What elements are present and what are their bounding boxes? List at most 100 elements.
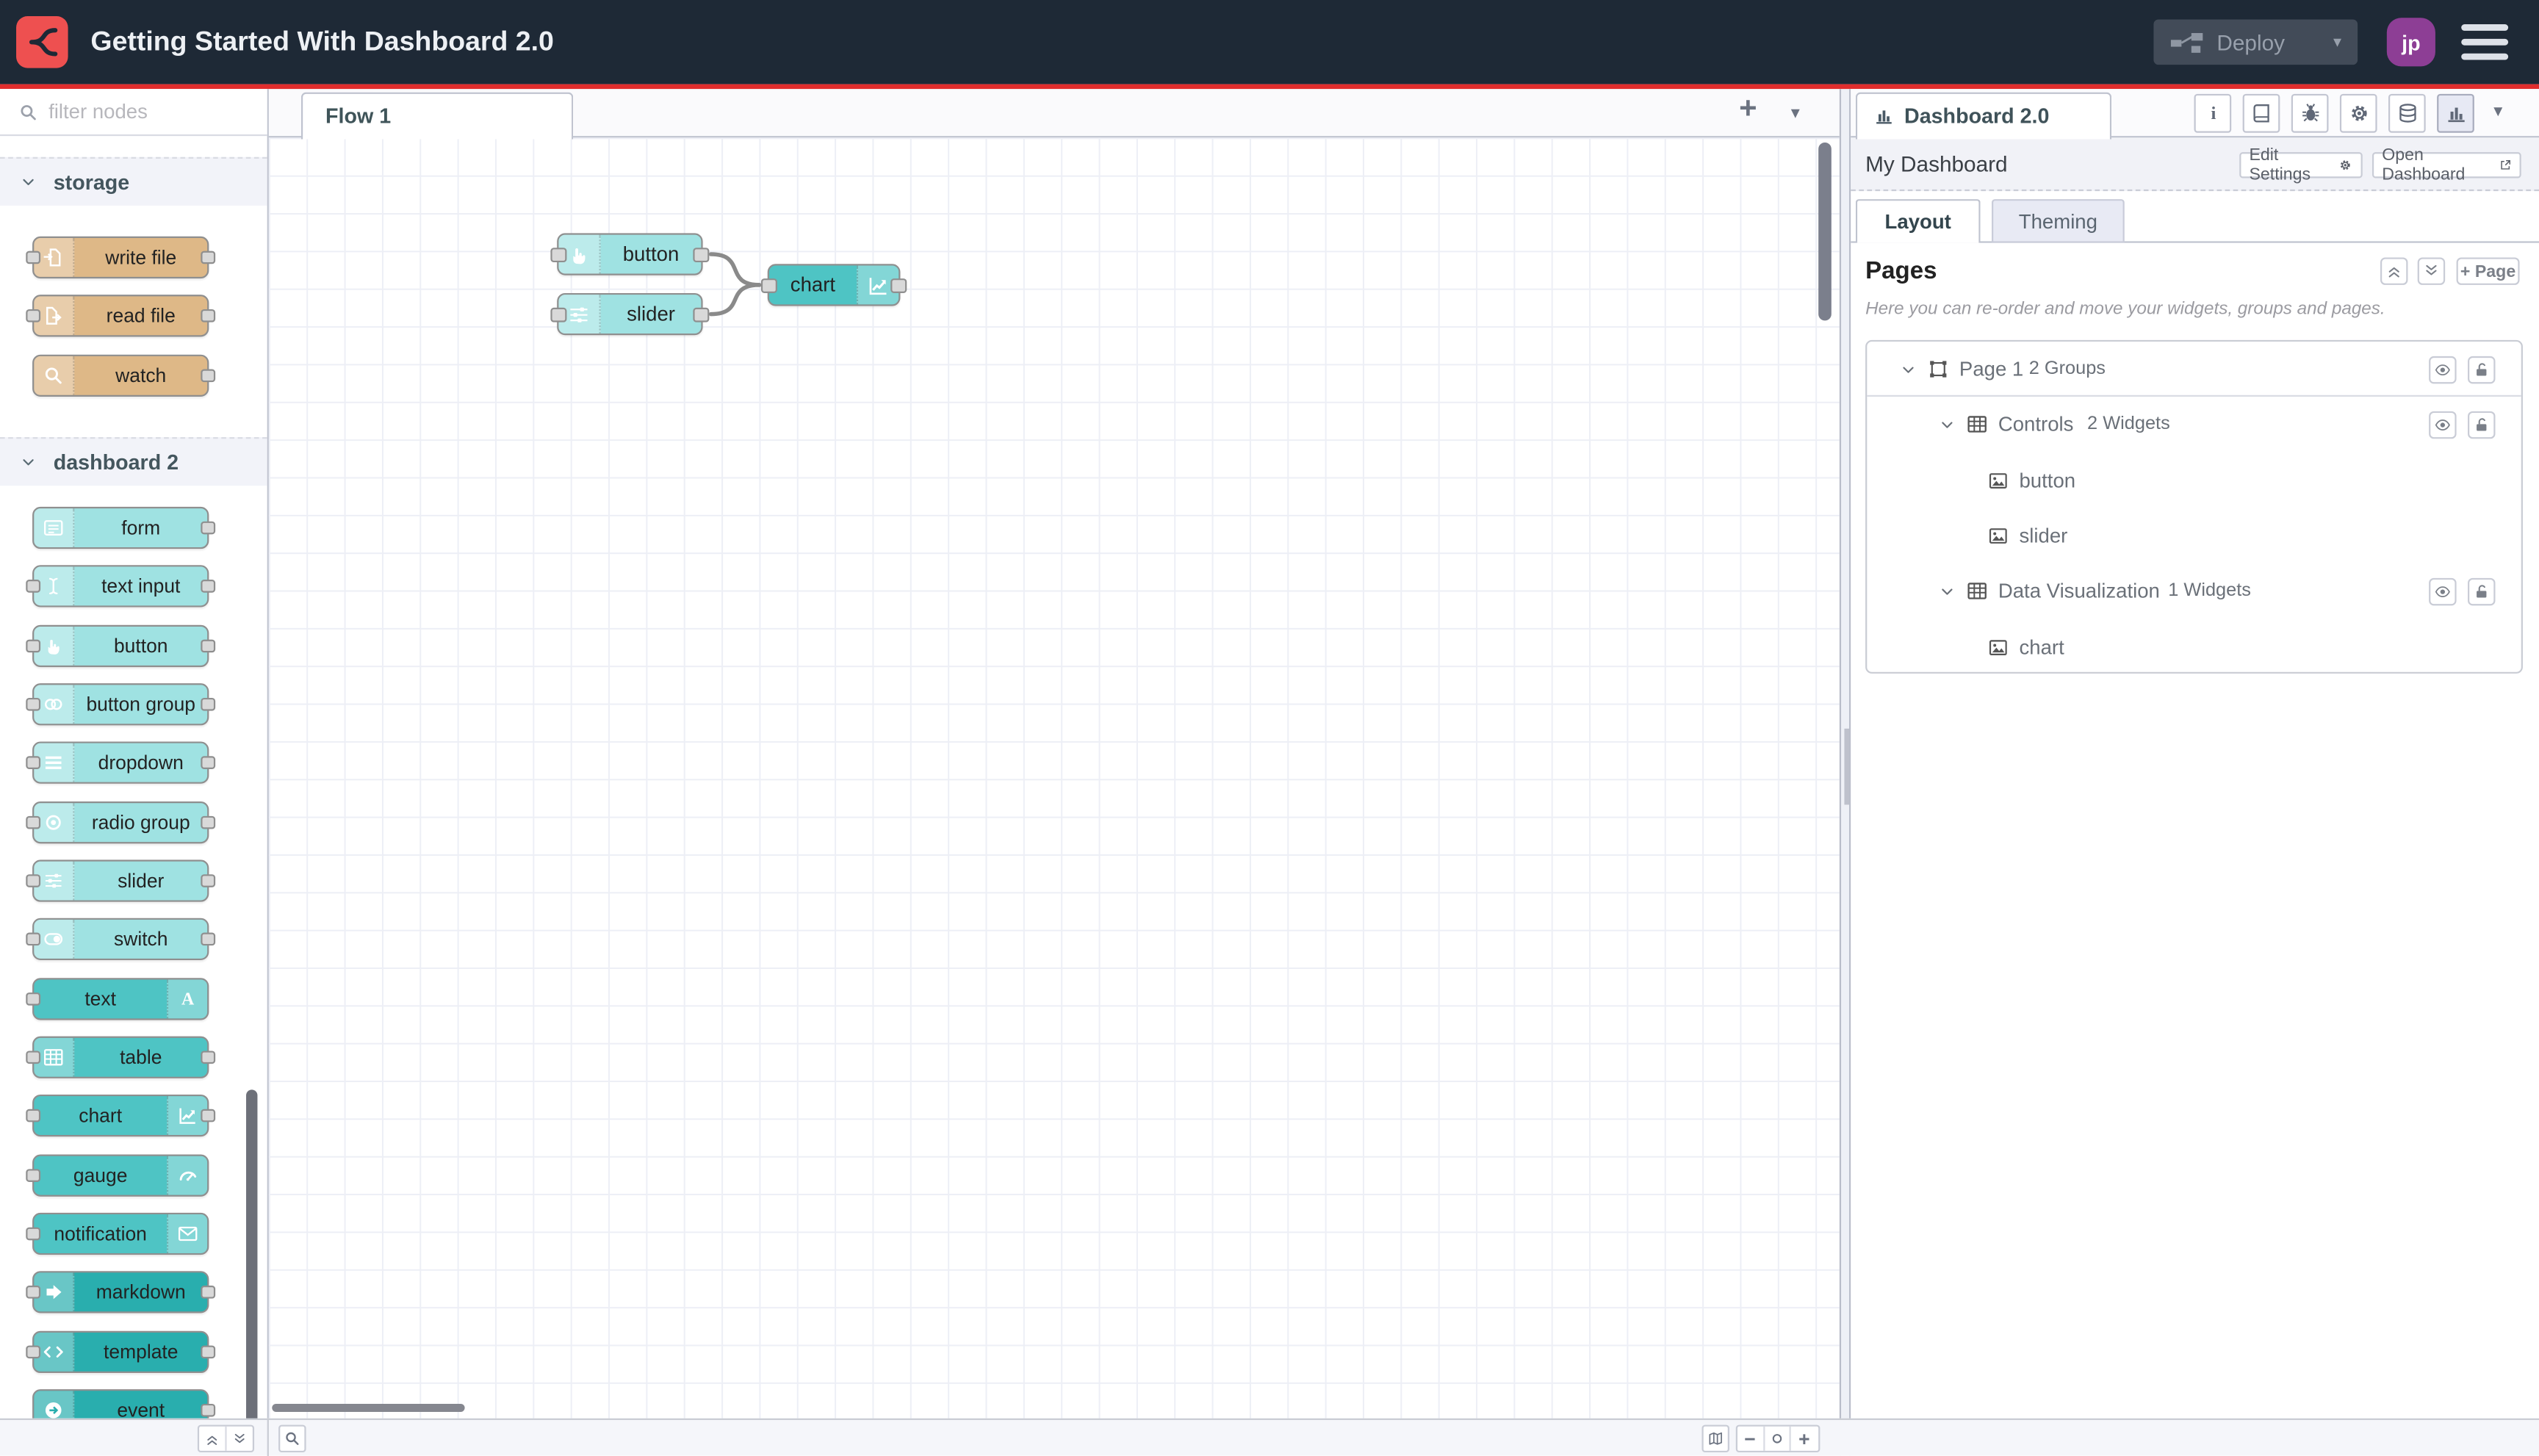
palette-filter[interactable]: filter nodes: [0, 89, 267, 137]
palette-node-notification[interactable]: notification: [26, 1212, 209, 1255]
deploy-button[interactable]: Deploy ▾: [2153, 19, 2358, 65]
tree-row-group-data-visualization[interactable]: Data Visualization 1 Widgets: [1867, 563, 2521, 619]
zoom-out-button[interactable]: −: [1737, 1426, 1765, 1451]
input-port[interactable]: [26, 1227, 41, 1241]
output-port[interactable]: [201, 251, 216, 264]
input-port[interactable]: [26, 309, 41, 323]
tree-row-widget-slider[interactable]: slider: [1867, 508, 2521, 564]
input-port[interactable]: [26, 1168, 41, 1182]
collapse-chevron-icon[interactable]: [1938, 397, 1956, 453]
canvas-node-button[interactable]: button: [550, 233, 710, 275]
edit-settings-button[interactable]: Edit Settings: [2239, 145, 2363, 184]
flow-tab[interactable]: Flow 1: [300, 91, 574, 139]
deploy-caret-icon[interactable]: ▾: [2333, 33, 2341, 51]
tab-theming[interactable]: Theming: [1992, 199, 2125, 243]
palette-node-slider[interactable]: slider: [26, 859, 216, 902]
palette-node-watch[interactable]: watch: [32, 353, 216, 397]
input-port[interactable]: [26, 251, 41, 264]
output-port[interactable]: [201, 309, 216, 323]
canvas-body[interactable]: button slider chart: [268, 137, 1840, 1419]
palette-node-write-file[interactable]: write file: [26, 236, 216, 279]
palette-node-event[interactable]: event: [32, 1388, 216, 1419]
flow-list-caret-icon[interactable]: ▾: [1791, 102, 1800, 123]
main-menu-button[interactable]: [2461, 24, 2509, 60]
output-port[interactable]: [201, 1403, 216, 1417]
add-page-button[interactable]: + Page: [2456, 257, 2520, 285]
palette-node-dropdown[interactable]: dropdown: [26, 742, 216, 785]
output-port[interactable]: [201, 815, 216, 829]
palette-scrollbar[interactable]: [246, 1089, 258, 1449]
output-port[interactable]: [201, 874, 216, 887]
output-port[interactable]: [201, 1109, 216, 1123]
input-port[interactable]: [26, 874, 41, 887]
canvas-horizontal-scrollbar[interactable]: [272, 1403, 465, 1412]
tab-dashboard-2[interactable]: Dashboard 2.0: [1855, 91, 2112, 139]
output-port[interactable]: [201, 756, 216, 770]
collapse-chevron-icon[interactable]: [1938, 563, 1956, 619]
group-visibility-button[interactable]: [2429, 411, 2457, 439]
input-port[interactable]: [26, 933, 41, 946]
input-port[interactable]: [26, 992, 41, 1005]
palette-node-button[interactable]: button: [26, 624, 216, 667]
input-port[interactable]: [26, 1344, 41, 1358]
output-port[interactable]: [201, 521, 216, 535]
output-port[interactable]: [201, 697, 216, 711]
tab-layout[interactable]: Layout: [1855, 199, 1981, 243]
dashboard-tab-button[interactable]: [2437, 93, 2474, 133]
input-port[interactable]: [26, 697, 41, 711]
wire[interactable]: [708, 283, 762, 317]
output-port[interactable]: [201, 368, 216, 382]
tree-row-page-1[interactable]: Page 1 2 Groups: [1867, 342, 2521, 397]
output-port[interactable]: [693, 247, 710, 262]
zoom-in-button[interactable]: +: [1791, 1427, 1818, 1451]
info-tab-button[interactable]: [2194, 93, 2232, 133]
palette-node-template[interactable]: template: [26, 1330, 216, 1373]
group-lock-button[interactable]: [2468, 577, 2496, 605]
collapse-all-button[interactable]: [199, 1426, 226, 1451]
output-port[interactable]: [201, 580, 216, 594]
open-dashboard-button[interactable]: Open Dashboard: [2371, 145, 2521, 184]
group-lock-button[interactable]: [2468, 411, 2496, 439]
canvas-search-button[interactable]: [278, 1424, 306, 1453]
group-visibility-button[interactable]: [2429, 577, 2457, 605]
help-tab-button[interactable]: [2242, 93, 2280, 133]
expand-all-button[interactable]: [226, 1427, 252, 1451]
collapse-chevron-icon[interactable]: [1899, 342, 1917, 397]
palette-node-table[interactable]: table: [26, 1036, 216, 1078]
config-tab-button[interactable]: [2339, 93, 2377, 133]
tree-row-group-controls[interactable]: Controls 2 Widgets: [1867, 397, 2521, 453]
input-port[interactable]: [26, 638, 41, 652]
output-port[interactable]: [201, 933, 216, 946]
palette-category-storage[interactable]: storage: [0, 156, 267, 206]
input-port[interactable]: [550, 306, 567, 322]
tree-row-widget-chart[interactable]: chart: [1867, 619, 2521, 675]
output-port[interactable]: [201, 1050, 216, 1064]
sidebar-resize-divider[interactable]: [1839, 89, 1851, 1456]
navigator-toggle-button[interactable]: [1701, 1424, 1729, 1453]
palette-node-gauge[interactable]: gauge: [26, 1153, 209, 1196]
palette-node-chart[interactable]: chart: [26, 1095, 216, 1137]
canvas-node-chart[interactable]: chart: [760, 264, 907, 306]
wire[interactable]: [708, 252, 762, 287]
page-lock-button[interactable]: [2468, 355, 2496, 383]
sidebar-tabs-caret-icon[interactable]: ▾: [2493, 101, 2502, 121]
debug-tab-button[interactable]: [2291, 93, 2329, 133]
move-page-down-button[interactable]: [2417, 257, 2446, 285]
move-page-up-button[interactable]: [2380, 257, 2408, 285]
output-port[interactable]: [890, 277, 907, 292]
input-port[interactable]: [26, 1109, 41, 1123]
input-port[interactable]: [550, 247, 567, 262]
add-flow-button[interactable]: +: [1739, 93, 1757, 128]
palette-node-form[interactable]: form: [32, 506, 216, 549]
output-port[interactable]: [201, 638, 216, 652]
palette-category-dashboard-2[interactable]: dashboard 2: [0, 437, 267, 486]
output-port[interactable]: [201, 1286, 216, 1300]
zoom-reset-button[interactable]: [1764, 1426, 1791, 1451]
palette-node-switch[interactable]: switch: [26, 918, 216, 961]
canvas-vertical-scrollbar[interactable]: [1818, 142, 1832, 321]
input-port[interactable]: [26, 815, 41, 829]
input-port[interactable]: [26, 1050, 41, 1064]
palette-node-text[interactable]: text: [26, 977, 209, 1020]
input-port[interactable]: [26, 1286, 41, 1300]
canvas-node-slider[interactable]: slider: [550, 292, 710, 336]
